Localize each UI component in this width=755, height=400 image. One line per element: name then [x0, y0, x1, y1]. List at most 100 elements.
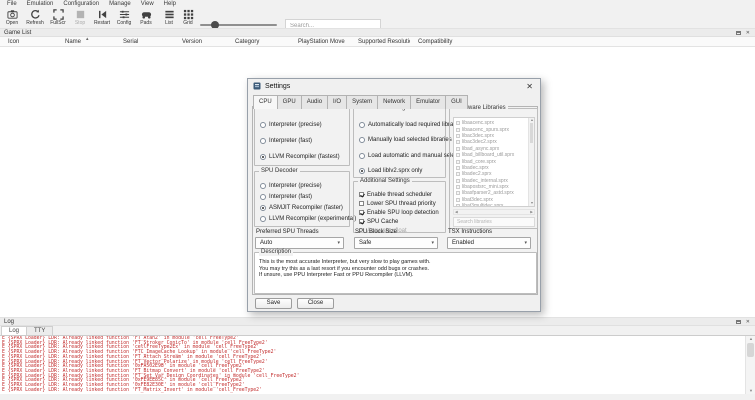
radio-icon	[359, 122, 365, 128]
settings-dialog-close-icon[interactable]: ✕	[524, 82, 535, 91]
library-vertical-scrollbar[interactable]: ▲ ▼	[528, 118, 534, 206]
column-header[interactable]: Supported Resolutions	[350, 37, 410, 46]
spu-decoder-radio[interactable]: LLVM Recompiler (experimental)	[255, 213, 349, 224]
pads-button[interactable]: Pads	[134, 9, 158, 29]
library-name: libadec.sprx	[462, 165, 489, 171]
settings-tab[interactable]: Emulator	[410, 95, 446, 109]
column-header[interactable]: Version	[174, 37, 227, 46]
library-search-input	[453, 217, 535, 227]
column-header[interactable]: Icon	[0, 37, 57, 46]
log-line: E {SPRX Loader} LDR: Already linked func…	[2, 389, 755, 394]
menu-item[interactable]: Configuration	[58, 0, 104, 8]
pads-button-label: Pads	[140, 20, 151, 27]
library-name: libaacenc.sprx	[462, 120, 494, 126]
settings-tab[interactable]: System	[346, 95, 378, 109]
restart-button-label: Restart	[94, 20, 110, 27]
grid-view-button[interactable]: Grid	[176, 9, 200, 29]
fullscreen-button[interactable]: FullScr	[46, 9, 70, 29]
game-list-header: IconNameSerialVersionCategoryPlayStation…	[0, 37, 755, 47]
scrollbar-thumb[interactable]	[530, 123, 533, 143]
menu-item[interactable]: Emulation	[22, 0, 59, 8]
additional-setting-checkbox[interactable]: Enable thread scheduler	[354, 190, 445, 199]
close-panel-icon[interactable]: ✕	[746, 319, 750, 325]
radio-label: Manually load selected libraries	[368, 137, 452, 143]
additional-setting-checkbox[interactable]: Lower SPU thread priority	[354, 199, 445, 208]
close-button[interactable]: Close	[297, 298, 334, 309]
firmware-setting-radio[interactable]: Manually load selected libraries	[354, 133, 445, 149]
scrollbar-thumb[interactable]	[747, 343, 754, 357]
checkbox-icon	[456, 121, 460, 125]
grid-icon	[183, 9, 194, 20]
settings-tab[interactable]: Network	[377, 95, 411, 109]
radio-label: LLVM Recompiler (experimental)	[269, 216, 356, 222]
additional-setting-checkbox[interactable]: SPU Cache	[354, 217, 445, 226]
radio-icon	[260, 122, 266, 128]
menu-item[interactable]: Manage	[104, 0, 136, 8]
log-tab[interactable]: Log	[1, 326, 27, 335]
open-button-label: Open	[6, 20, 18, 27]
radio-icon	[260, 154, 266, 160]
checkbox-icon	[456, 147, 460, 151]
open-button[interactable]: Open	[0, 9, 24, 29]
config-button[interactable]: Config	[112, 9, 136, 29]
firmware-setting-radio[interactable]: Load automatic and manual selection	[354, 148, 445, 164]
tsx-instructions-select[interactable]: Enabled ▾	[447, 237, 531, 249]
checkbox-label: Enable thread scheduler	[367, 192, 432, 198]
checkbox-icon	[456, 179, 460, 183]
restart-icon	[97, 9, 108, 20]
float-panel-icon[interactable]	[736, 320, 741, 324]
checkbox-icon	[359, 192, 364, 197]
settings-dialog-titlebar[interactable]: Settings ✕	[248, 79, 540, 93]
checkbox-icon	[456, 191, 460, 195]
log-output[interactable]: E {SPRX Loader} LDR: Already linked func…	[0, 335, 755, 394]
spu-block-size-select[interactable]: Safe ▾	[354, 237, 438, 249]
close-panel-icon[interactable]: ✕	[746, 30, 750, 36]
additional-setting-checkbox[interactable]: Enable SPU loop detection	[354, 208, 445, 217]
checkbox-icon	[456, 198, 460, 202]
refresh-button[interactable]: Refresh	[23, 9, 47, 29]
spu-decoder-radio[interactable]: ASMJIT Recompiler (faster)	[255, 202, 349, 213]
menu-item[interactable]: File	[2, 0, 22, 8]
library-name: libad_core.sprx	[462, 159, 496, 165]
chevron-down-icon: ▾	[337, 238, 340, 248]
game-list-dock-bar: Game List ✕	[0, 28, 755, 37]
firmware-setting-radio[interactable]: Load liblv2.sprx only	[354, 164, 445, 180]
settings-tab[interactable]: Audio	[301, 95, 328, 109]
menu-item[interactable]: View	[136, 0, 159, 8]
log-tab[interactable]: TTY	[26, 326, 53, 335]
scroll-right-icon[interactable]: ▶	[530, 210, 533, 215]
library-name: libat3multidec.sprx	[462, 203, 503, 207]
config-button-label: Config	[117, 20, 131, 27]
library-name: libac3dec.sprx	[462, 133, 494, 139]
ppu-decoder-radio[interactable]: Interpreter (precise)	[255, 117, 349, 133]
preferred-spu-threads-select[interactable]: Auto ▾	[255, 237, 344, 249]
checkbox-icon	[456, 204, 460, 207]
restart-button[interactable]: Restart	[90, 9, 114, 29]
column-header[interactable]: Category	[227, 37, 290, 46]
menu-item[interactable]: Help	[159, 0, 181, 8]
column-header[interactable]: Compatibility	[410, 37, 755, 46]
spu-decoder-radio[interactable]: Interpreter (fast)	[255, 191, 349, 202]
ppu-decoder-radio[interactable]: Interpreter (fast)	[255, 133, 349, 149]
column-header[interactable]: Serial	[115, 37, 174, 46]
ppu-decoder-radio[interactable]: LLVM Recompiler (fastest)	[255, 149, 349, 165]
scroll-down-icon[interactable]: ▼	[529, 201, 535, 206]
column-header[interactable]: PlayStation Move	[290, 37, 350, 46]
save-button[interactable]: Save	[255, 298, 292, 309]
scroll-up-icon[interactable]: ▲	[746, 336, 755, 342]
settings-tab[interactable]: GPU	[277, 95, 302, 109]
spu-decoder-group: SPU Decoder Interpreter (precise) Interp…	[254, 171, 350, 227]
scroll-left-icon[interactable]: ◀	[455, 210, 458, 215]
spu-decoder-radio[interactable]: Interpreter (precise)	[255, 180, 349, 191]
settings-tab[interactable]: CPU	[253, 95, 278, 109]
library-horizontal-scrollbar[interactable]: ◀ ▶	[453, 209, 535, 215]
settings-tab[interactable]: I/O	[327, 95, 347, 109]
library-name: libat3dec.sprx	[462, 197, 493, 203]
firmware-libraries-list: libaacenc.sprx libaacenc_spurs.sprx liba…	[453, 117, 535, 207]
settings-tab[interactable]: GUI	[445, 95, 468, 109]
log-vertical-scrollbar[interactable]: ▲ ▼	[745, 336, 755, 394]
additional-settings-title: Additional Settings	[358, 178, 412, 185]
radio-icon	[359, 153, 365, 159]
firmware-setting-radio[interactable]: Automatically load required libraries	[354, 117, 445, 133]
float-panel-icon[interactable]	[736, 31, 741, 35]
